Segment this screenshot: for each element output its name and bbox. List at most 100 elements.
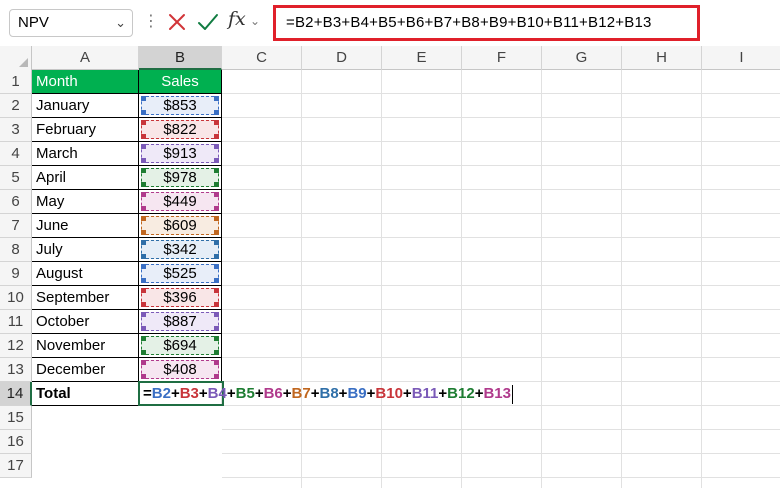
resize-handle[interactable] — [214, 278, 219, 283]
month-cell[interactable]: December — [32, 358, 139, 382]
column-header-a[interactable]: A — [32, 46, 139, 70]
column-header-c[interactable]: C — [222, 46, 302, 70]
column-header-i[interactable]: I — [702, 46, 780, 70]
resize-handle[interactable] — [141, 350, 146, 355]
sales-cell[interactable]: $822 — [139, 118, 222, 142]
row-header-9[interactable]: 9 — [0, 262, 32, 286]
month-cell[interactable]: July — [32, 238, 139, 262]
resize-handle[interactable] — [214, 144, 219, 149]
resize-handle[interactable] — [214, 264, 219, 269]
cell-edit-formula[interactable]: =B2+B3+B4+B5+B6+B7+B8+B9+B10+B11+B12+B13 — [143, 382, 513, 406]
row-header-7[interactable]: 7 — [0, 214, 32, 238]
month-cell[interactable]: March — [32, 142, 139, 166]
resize-handle[interactable] — [214, 326, 219, 331]
chevron-down-icon[interactable]: ⌄ — [115, 10, 126, 36]
resize-handle[interactable] — [141, 336, 146, 341]
column-header-b[interactable]: B — [139, 46, 222, 70]
close-icon[interactable] — [165, 10, 189, 34]
month-cell[interactable]: February — [32, 118, 139, 142]
resize-handle[interactable] — [141, 254, 146, 259]
sales-cell[interactable]: $396 — [139, 286, 222, 310]
row-header-10[interactable]: 10 — [0, 286, 32, 310]
resize-handle[interactable] — [214, 254, 219, 259]
resize-handle[interactable] — [141, 240, 146, 245]
resize-handle[interactable] — [214, 120, 219, 125]
row-header-1[interactable]: 1 — [0, 70, 32, 94]
column-header-e[interactable]: E — [382, 46, 462, 70]
resize-handle[interactable] — [214, 374, 219, 379]
sales-cell[interactable]: $609 — [139, 214, 222, 238]
chevron-down-icon[interactable]: ⌄ — [250, 14, 260, 28]
resize-handle[interactable] — [141, 182, 146, 187]
month-cell[interactable]: November — [32, 334, 139, 358]
resize-handle[interactable] — [214, 158, 219, 163]
sales-cell[interactable]: $887 — [139, 310, 222, 334]
resize-handle[interactable] — [214, 134, 219, 139]
month-cell[interactable]: April — [32, 166, 139, 190]
more-options-icon[interactable]: ⋮ — [143, 11, 159, 33]
resize-handle[interactable] — [141, 120, 146, 125]
sales-cell[interactable]: $525 — [139, 262, 222, 286]
row-header-6[interactable]: 6 — [0, 190, 32, 214]
resize-handle[interactable] — [214, 302, 219, 307]
resize-handle[interactable] — [214, 336, 219, 341]
resize-handle[interactable] — [214, 288, 219, 293]
fx-icon[interactable]: fx — [228, 8, 246, 30]
resize-handle[interactable] — [214, 216, 219, 221]
resize-handle[interactable] — [141, 302, 146, 307]
header-sales-cell[interactable]: Sales — [139, 70, 222, 94]
resize-handle[interactable] — [141, 96, 146, 101]
row-header-3[interactable]: 3 — [0, 118, 32, 142]
row-header-12[interactable]: 12 — [0, 334, 32, 358]
resize-handle[interactable] — [214, 168, 219, 173]
check-icon[interactable] — [196, 10, 220, 34]
sales-cell[interactable]: $449 — [139, 190, 222, 214]
resize-handle[interactable] — [214, 350, 219, 355]
row-header-8[interactable]: 8 — [0, 238, 32, 262]
resize-handle[interactable] — [141, 230, 146, 235]
resize-handle[interactable] — [214, 110, 219, 115]
formula-input[interactable]: =B2+B3+B4+B5+B6+B7+B8+B9+B10+B11+B12+B13 — [273, 5, 700, 41]
month-cell[interactable]: June — [32, 214, 139, 238]
sales-cell[interactable]: $694 — [139, 334, 222, 358]
row-header-2[interactable]: 2 — [0, 94, 32, 118]
resize-handle[interactable] — [141, 312, 146, 317]
total-label-cell[interactable]: Total — [32, 382, 139, 406]
resize-handle[interactable] — [214, 96, 219, 101]
row-header-14[interactable]: 14 — [0, 382, 32, 406]
resize-handle[interactable] — [214, 192, 219, 197]
resize-handle[interactable] — [141, 206, 146, 211]
month-cell[interactable]: May — [32, 190, 139, 214]
resize-handle[interactable] — [141, 110, 146, 115]
resize-handle[interactable] — [214, 206, 219, 211]
resize-handle[interactable] — [141, 326, 146, 331]
resize-handle[interactable] — [214, 360, 219, 365]
resize-handle[interactable] — [214, 182, 219, 187]
resize-handle[interactable] — [141, 168, 146, 173]
sales-cell[interactable]: $342 — [139, 238, 222, 262]
column-header-d[interactable]: D — [302, 46, 382, 70]
month-cell[interactable]: August — [32, 262, 139, 286]
header-month-cell[interactable]: Month — [32, 70, 139, 94]
sales-cell[interactable]: $408 — [139, 358, 222, 382]
row-header-15[interactable]: 15 — [0, 406, 32, 430]
month-cell[interactable]: September — [32, 286, 139, 310]
sales-cell[interactable]: $913 — [139, 142, 222, 166]
resize-handle[interactable] — [141, 374, 146, 379]
row-header-16[interactable]: 16 — [0, 430, 32, 454]
resize-handle[interactable] — [141, 360, 146, 365]
resize-handle[interactable] — [141, 288, 146, 293]
resize-handle[interactable] — [141, 144, 146, 149]
row-header-13[interactable]: 13 — [0, 358, 32, 382]
sales-cell[interactable]: $853 — [139, 94, 222, 118]
resize-handle[interactable] — [141, 134, 146, 139]
resize-handle[interactable] — [141, 192, 146, 197]
row-header-4[interactable]: 4 — [0, 142, 32, 166]
month-cell[interactable]: October — [32, 310, 139, 334]
resize-handle[interactable] — [141, 264, 146, 269]
resize-handle[interactable] — [141, 158, 146, 163]
resize-handle[interactable] — [214, 230, 219, 235]
resize-handle[interactable] — [214, 240, 219, 245]
select-all-button[interactable] — [0, 46, 32, 70]
column-header-g[interactable]: G — [542, 46, 622, 70]
